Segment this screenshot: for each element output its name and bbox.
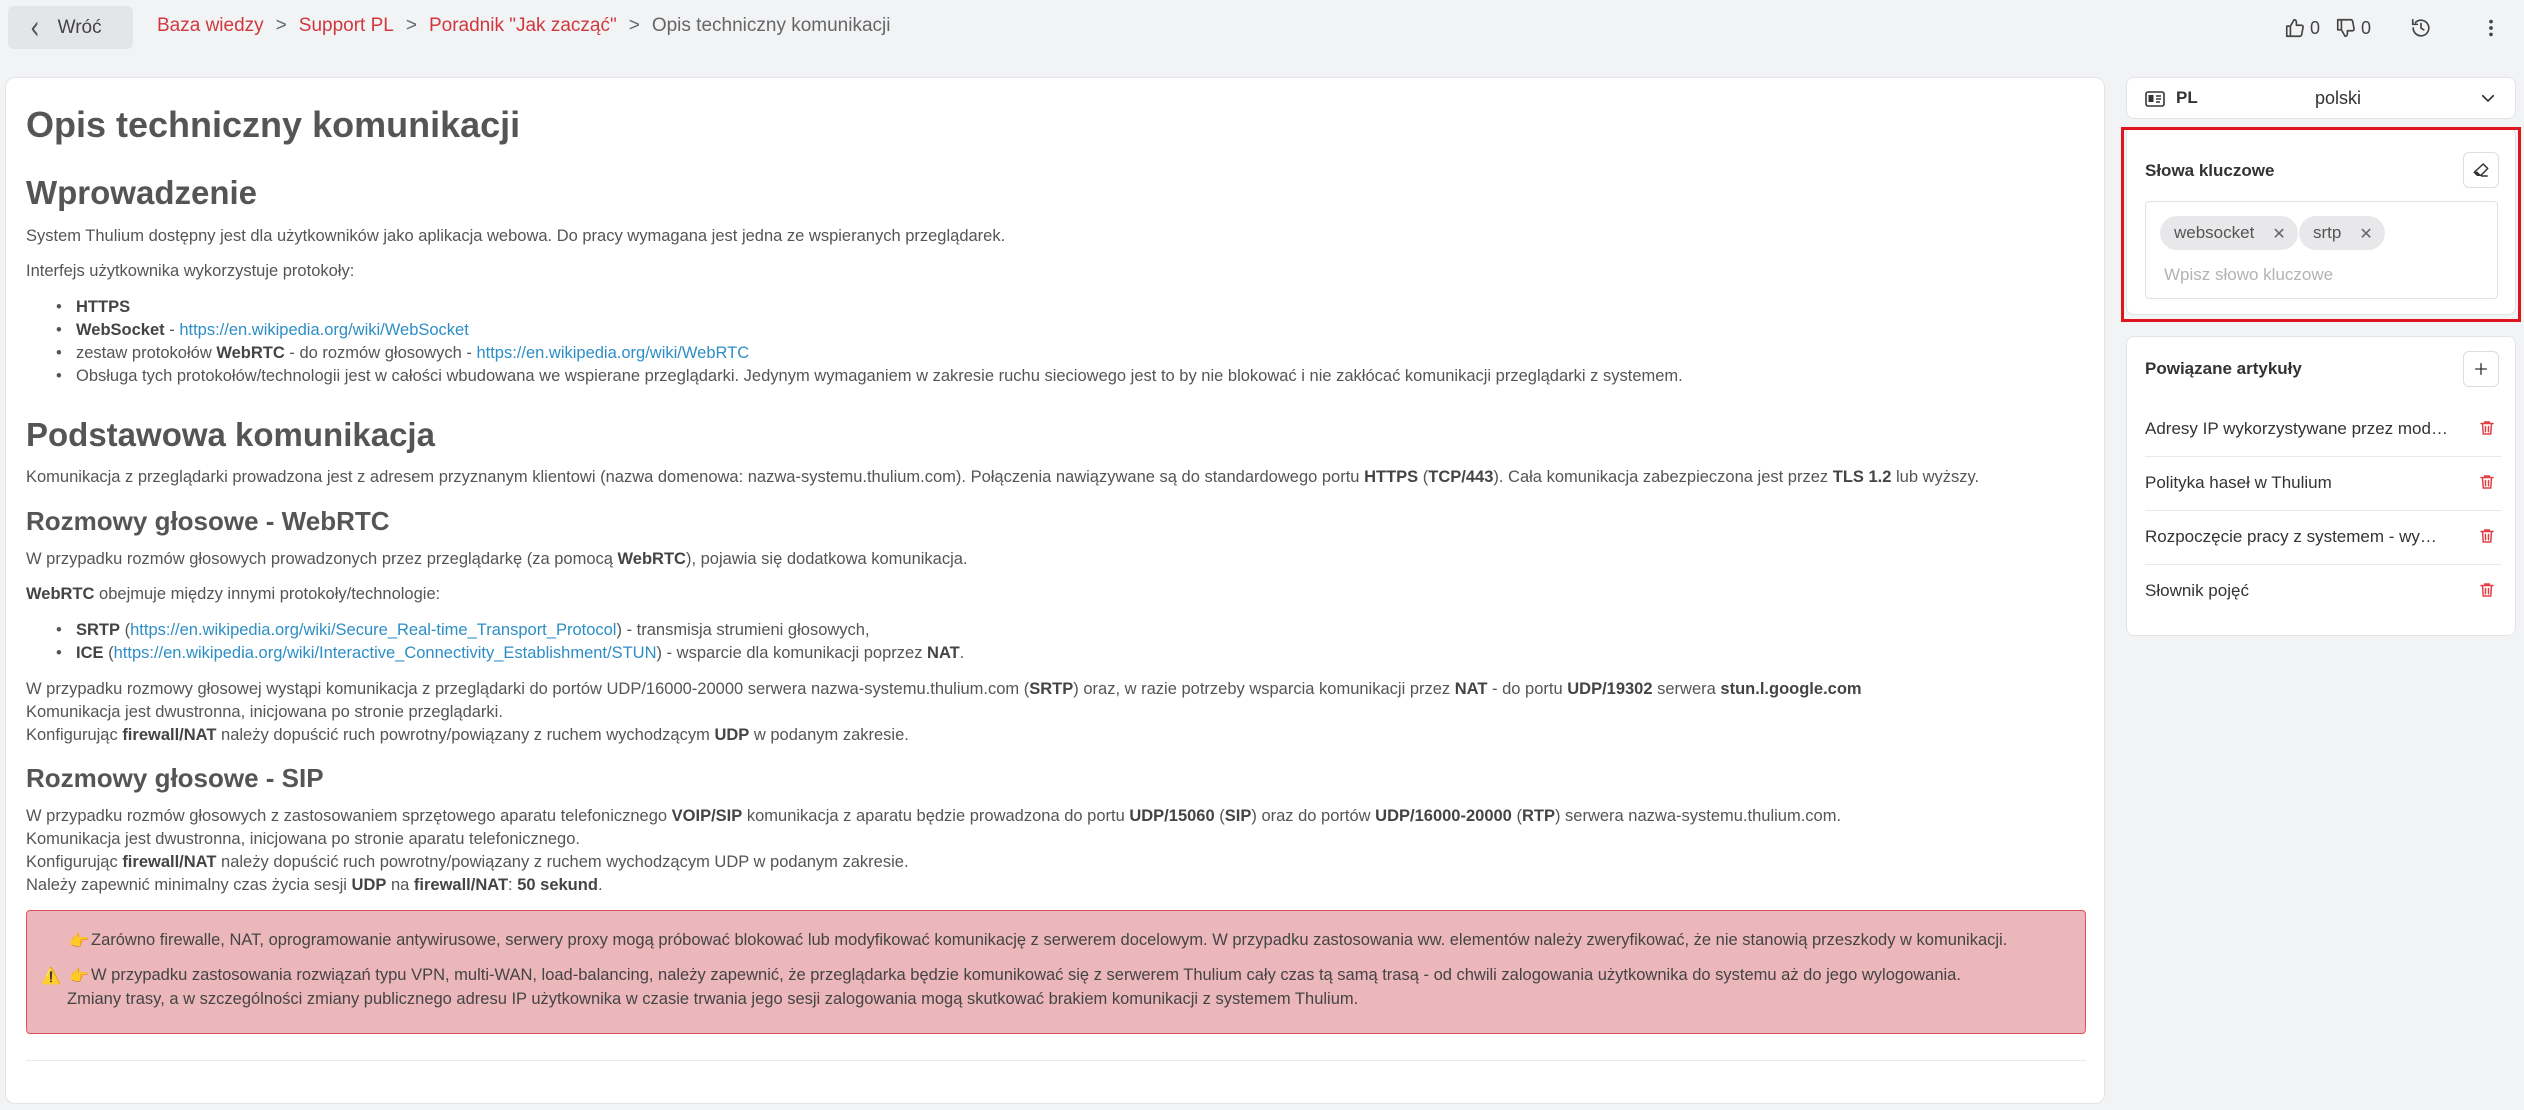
chevron-left-icon: ‹ — [30, 7, 40, 48]
warning-icon: ⚠️ — [41, 968, 61, 985]
link-websocket[interactable]: https://en.wikipedia.org/wiki/WebSocket — [179, 321, 469, 339]
keywords-title: Słowa kluczowe — [2145, 161, 2275, 180]
back-button[interactable]: ‹ Wróć — [8, 6, 133, 49]
link-webrtc[interactable]: https://en.wikipedia.org/wiki/WebRTC — [476, 344, 749, 362]
keyword-tag-label: websocket — [2174, 223, 2255, 242]
divider — [26, 1060, 2086, 1061]
list-item: zestaw protokołów WebRTC - do rozmów gło… — [56, 344, 749, 363]
section-heading-sip: Rozmowy głosowe - SIP — [26, 763, 324, 793]
more-vertical-icon — [2489, 19, 2493, 37]
related-article-title: Słownik pojęć — [2145, 581, 2249, 600]
eraser-icon — [2473, 163, 2489, 177]
sip-line-2: Komunikacja jest dwustronna, inicjowana … — [26, 830, 580, 848]
webrtc-paragraph-1: W przypadku rozmów głosowych prowadzonyc… — [26, 550, 968, 568]
clear-keywords-button[interactable] — [2463, 152, 2499, 188]
like-count: 0 — [2310, 17, 2321, 38]
sip-line-3: Konfigurując firewall/NAT należy dopuści… — [26, 853, 909, 871]
history-icon — [2411, 18, 2430, 37]
trash-icon[interactable] — [2478, 581, 2496, 599]
related-article-item[interactable]: Polityka haseł w Thulium — [2145, 456, 2501, 511]
webrtc-paragraph-2: WebRTC obejmuje między innymi protokoły/… — [26, 585, 441, 603]
intro-paragraph-2: Interfejs użytkownika wykorzystuje proto… — [26, 262, 355, 280]
alert-line-3: Zmiany trasy, a w szczególności zmiany p… — [67, 990, 1359, 1008]
article-title: Opis techniczny komunikacji — [26, 104, 521, 145]
basic-paragraph: Komunikacja z przeglądarki prowadzona je… — [26, 468, 1980, 486]
breadcrumb-current: Opis techniczny komunikacji — [651, 15, 891, 36]
article-card: Opis techniczny komunikacji Wprowadzenie… — [5, 77, 2105, 1104]
remove-tag-icon[interactable]: ✕ — [2272, 224, 2285, 243]
link-srtp[interactable]: https://en.wikipedia.org/wiki/Secure_Rea… — [130, 621, 616, 639]
breadcrumb: Baza wiedzy > Support PL > Poradnik "Jak zac… — [157, 15, 890, 37]
breadcrumb-link-guide[interactable]: Poradnik "Jak zacząć" — [429, 15, 617, 36]
alert-line-2: W przypadku zastosowania rozwiązań typu … — [91, 966, 1961, 984]
list-item: Obsługa tych protokołów/technologii jest… — [56, 367, 1683, 386]
list-item: SRTP (https://en.wikipedia.org/wiki/Secu… — [56, 621, 870, 640]
dislike-count: 0 — [2361, 17, 2372, 38]
intro-paragraph-1: System Thulium dostępny jest dla użytkow… — [26, 227, 1006, 245]
top-bar: ‹ Wróć Baza wiedzy > Support PL > Poradnik "… — [0, 0, 2524, 56]
thumbs-down-icon — [2336, 18, 2355, 38]
breadcrumb-separator: > — [405, 15, 417, 36]
warning-alert: 👉 Zarówno firewalle, NAT, oprogramowanie… — [26, 910, 2086, 1034]
remove-tag-icon[interactable]: ✕ — [2359, 224, 2372, 243]
breadcrumb-separator: > — [628, 15, 640, 36]
history-button[interactable] — [2410, 14, 2432, 42]
language-code: PL — [2176, 88, 2198, 107]
webrtc-line-1: W przypadku rozmowy głosowej wystąpi kom… — [26, 680, 1862, 698]
trash-icon[interactable] — [2478, 473, 2496, 491]
section-heading-basic: Podstawowa komunikacja — [26, 416, 435, 453]
section-heading-webrtc: Rozmowy głosowe - WebRTC — [26, 506, 390, 536]
language-name: polski — [2315, 88, 2362, 108]
webrtc-line-2: Komunikacja jest dwustronna, inicjowana … — [26, 703, 503, 721]
plus-icon — [2475, 363, 2487, 375]
like-button[interactable]: 0 — [2284, 14, 2320, 42]
related-article-title: Rozpoczęcie pracy z systemem - wymagania — [2145, 527, 2450, 546]
keywords-panel: Słowa kluczowe websocket ✕ srtp ✕ — [2126, 127, 2516, 315]
sip-line-1: W przypadku rozmów głosowych z zastosowa… — [26, 807, 1842, 825]
related-article-item[interactable]: Adresy IP wykorzystywane przez moduły sy… — [2145, 402, 2501, 457]
trash-icon[interactable] — [2478, 527, 2496, 545]
alert-line-1: Zarówno firewalle, NAT, oprogramowanie a… — [91, 931, 2008, 949]
language-select[interactable]: PL polski — [2126, 77, 2516, 119]
dislike-button[interactable]: 0 — [2335, 14, 2371, 42]
keyword-tag: websocket ✕ — [2160, 216, 2298, 250]
breadcrumb-link-knowledge-base[interactable]: Baza wiedzy — [157, 15, 264, 36]
list-item: ICE (https://en.wikipedia.org/wiki/Inter… — [56, 644, 964, 663]
related-articles-panel: Powiązane artykuły Adresy IP wykorzystyw… — [2126, 336, 2516, 636]
breadcrumb-separator: > — [275, 15, 287, 36]
keyword-tag-label: srtp — [2313, 223, 2342, 242]
add-related-article-button[interactable] — [2463, 351, 2499, 387]
chevron-down-icon — [2481, 94, 2495, 103]
language-card-icon — [2145, 91, 2165, 107]
more-options-button[interactable] — [2480, 14, 2502, 42]
related-article-item[interactable]: Słownik pojęć — [2145, 564, 2501, 618]
breadcrumb-link-support-pl[interactable]: Support PL — [299, 15, 394, 36]
link-ice-stun[interactable]: https://en.wikipedia.org/wiki/Interactiv… — [114, 644, 657, 662]
thumbs-up-icon — [2285, 18, 2304, 38]
related-article-title: Adresy IP wykorzystywane przez moduły sy… — [2145, 419, 2450, 438]
related-article-title: Polityka haseł w Thulium — [2145, 473, 2332, 492]
back-button-label: Wróć — [57, 16, 102, 38]
list-item: WebSocket - https://en.wikipedia.org/wik… — [56, 321, 469, 340]
keywords-input-box[interactable]: websocket ✕ srtp ✕ — [2145, 201, 2498, 299]
trash-icon[interactable] — [2478, 419, 2496, 437]
related-article-item[interactable]: Rozpoczęcie pracy z systemem - wymagania — [2145, 510, 2501, 565]
pointing-hand-icon: 👉 — [69, 933, 89, 950]
keyword-tag: srtp ✕ — [2299, 216, 2385, 250]
sip-line-4: Należy zapewnić minimalny czas życia ses… — [26, 876, 603, 894]
pointing-hand-icon: 👉 — [69, 968, 89, 985]
related-articles-title: Powiązane artykuły — [2145, 359, 2302, 378]
list-item: HTTPS — [56, 298, 130, 317]
keyword-input[interactable] — [2162, 259, 2486, 291]
section-heading-intro: Wprowadzenie — [26, 174, 258, 211]
webrtc-line-3: Konfigurując firewall/NAT należy dopuści… — [26, 726, 909, 744]
